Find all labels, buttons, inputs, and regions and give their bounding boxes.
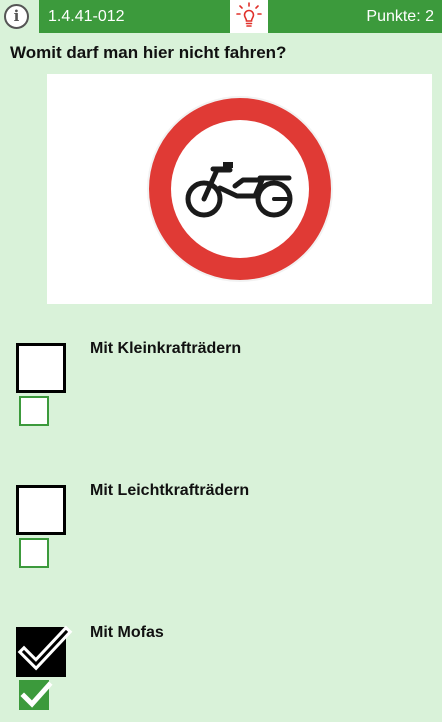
answer-label-1: Mit Kleinkrafträdern bbox=[90, 340, 242, 357]
top-bar: i 1.4.41-012 Punkte: 2 bbox=[0, 0, 442, 33]
solution-checkbox-2 bbox=[19, 538, 49, 568]
no-mopeds-sign-icon bbox=[147, 96, 333, 282]
answer-label-2: Mit Leichtkrafträdern bbox=[90, 482, 250, 499]
answer-checkbox-2[interactable] bbox=[16, 485, 66, 535]
answer-option-1: Mit Kleinkrafträdern bbox=[0, 338, 442, 438]
points-display: Punkte: 2 bbox=[268, 0, 442, 33]
checkmark-icon bbox=[17, 625, 73, 671]
info-icon: i bbox=[13, 7, 20, 25]
answer-option-2: Mit Leichtkrafträdern bbox=[0, 480, 442, 580]
lightbulb-icon bbox=[236, 2, 262, 27]
question-image bbox=[47, 74, 432, 304]
answer-checkbox-1[interactable] bbox=[16, 343, 66, 393]
solution-checkmark-icon bbox=[20, 681, 53, 708]
solution-checkbox-1 bbox=[19, 396, 49, 426]
hint-button[interactable] bbox=[230, 0, 268, 33]
answer-option-3: Mit Mofas bbox=[0, 622, 442, 722]
info-button[interactable]: i bbox=[4, 4, 29, 29]
question-id: 1.4.41-012 bbox=[39, 0, 230, 33]
answer-label-3: Mit Mofas bbox=[90, 624, 164, 641]
question-text: Womit darf man hier nicht fahren? bbox=[10, 43, 287, 62]
